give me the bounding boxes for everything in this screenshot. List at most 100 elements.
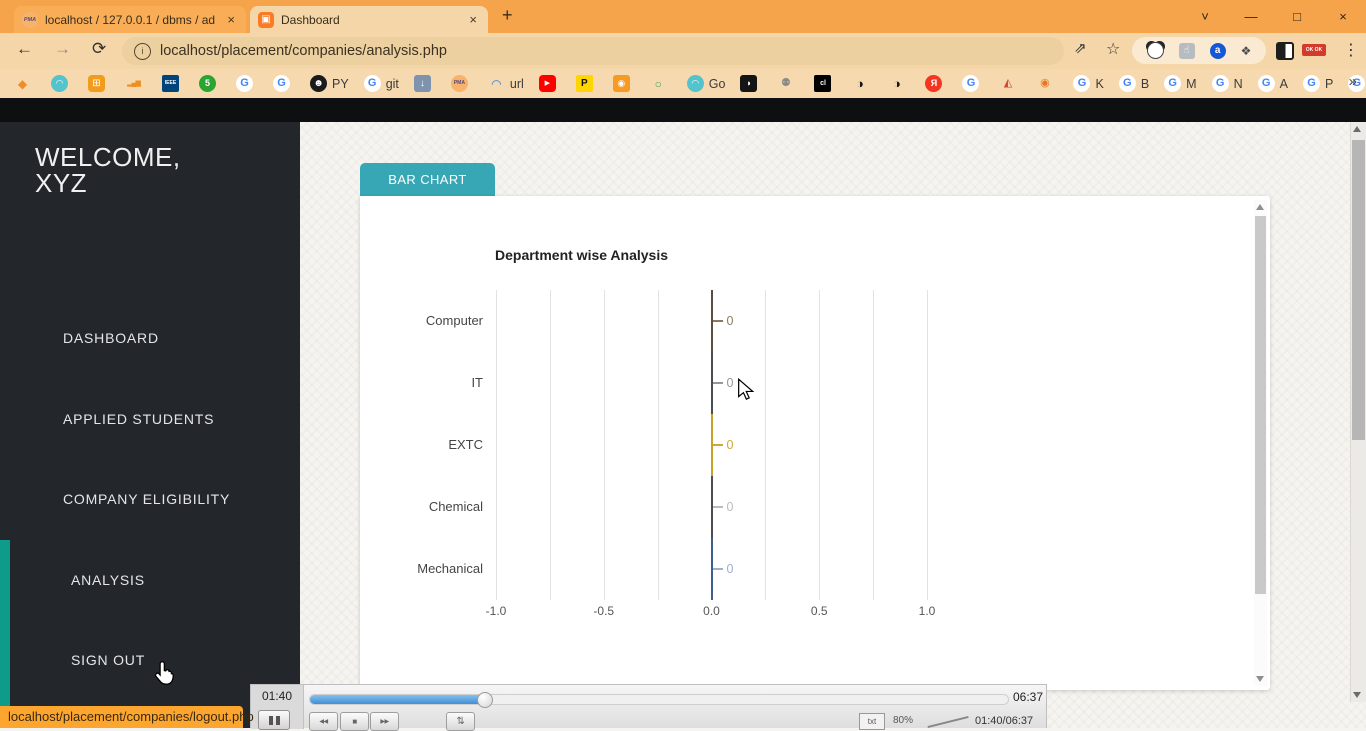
bookmark-item[interactable]: cl: [814, 75, 836, 92]
sidebar-item[interactable]: DASHBOARD: [0, 298, 300, 379]
bookmark-favicon: G: [1164, 75, 1182, 92]
site-info-icon[interactable]: i: [134, 42, 151, 60]
sidebar-item[interactable]: ANALYSIS: [0, 540, 300, 621]
address-bar[interactable]: i localhost/placement/companies/analysis…: [122, 37, 1064, 65]
bookmark-item[interactable]: ⊞: [88, 75, 110, 92]
tab-close-icon[interactable]: ×: [466, 12, 480, 27]
bookmark-item[interactable]: 5: [199, 75, 221, 92]
chart-gridline: [873, 290, 875, 600]
share-icon[interactable]: ⇗: [1074, 39, 1087, 57]
bookmark-item[interactable]: ◠: [51, 75, 73, 92]
bookmark-item[interactable]: ◆: [14, 75, 36, 92]
seek-thumb[interactable]: [476, 692, 493, 708]
chart-gridline: [496, 290, 497, 600]
touch-extension-icon[interactable]: ☝: [1178, 42, 1195, 59]
scroll-up-icon[interactable]: [1353, 126, 1361, 132]
sidebar-item[interactable]: APPLIED STUDENTS: [0, 379, 300, 460]
bookmark-item[interactable]: ◗: [740, 75, 762, 92]
red-badge-extension-icon[interactable]: OK OK: [1302, 44, 1326, 56]
bookmark-item[interactable]: G N: [1211, 75, 1243, 92]
window-maximize-button[interactable]: □: [1274, 0, 1320, 33]
bookmark-item[interactable]: ⚉: [777, 75, 799, 92]
tab-dashboard[interactable]: ▣ Dashboard ×: [250, 6, 488, 33]
tab-bar-chart[interactable]: BAR CHART: [360, 163, 495, 196]
alphabet-extension-icon[interactable]: a: [1209, 42, 1226, 59]
bookmark-item[interactable]: ◠ url: [488, 75, 524, 92]
browser-menu-icon[interactable]: ⋮: [1343, 40, 1359, 60]
chart-card: Department wise Analysis Computer 0 IT 0 EXT…: [360, 196, 1270, 690]
seek-bar[interactable]: [309, 692, 1009, 708]
next-button[interactable]: ▶▶: [370, 712, 399, 731]
forward-button[interactable]: →: [54, 39, 71, 59]
bookmark-item[interactable]: G P: [1302, 75, 1333, 92]
bookmark-item[interactable]: ◭: [999, 75, 1021, 92]
browser-tab-strip: PMA localhost / 127.0.0.1 / dbms / ad × …: [0, 0, 1366, 33]
pause-button[interactable]: [258, 710, 290, 730]
tab-close-icon[interactable]: ×: [224, 12, 238, 27]
bookmark-item[interactable]: PMA: [450, 75, 473, 92]
bookmark-item[interactable]: G: [236, 75, 258, 92]
previous-button[interactable]: ◀◀: [309, 712, 338, 731]
tab-title: Dashboard: [281, 12, 340, 27]
page-scrollbar-thumb[interactable]: [1352, 140, 1365, 440]
active-item-accent-bar: [0, 540, 10, 728]
bookmark-item[interactable]: ▶: [538, 75, 561, 92]
card-scrollbar[interactable]: [1254, 200, 1267, 686]
bookmark-item[interactable]: G: [962, 75, 984, 92]
bookmark-item[interactable]: ↓: [413, 75, 436, 92]
browser-menu-chevron-icon[interactable]: ˅: [1182, 0, 1228, 33]
back-button[interactable]: ←: [16, 39, 33, 59]
txt-button[interactable]: txt: [859, 713, 885, 730]
welcome-line2: XYZ: [35, 168, 88, 198]
chart-category-label: Chemical: [428, 499, 483, 514]
sidebar-item[interactable]: COMPANY ELIGIBILITY: [0, 459, 300, 540]
new-tab-button[interactable]: +: [502, 5, 513, 26]
bookmark-item[interactable]: ◉: [612, 75, 635, 92]
sidebar-nav: DASHBOARD APPLIED STUDENTS COMPANY ELIGIBI…: [0, 298, 300, 701]
bookmark-item[interactable]: ◉: [1036, 75, 1058, 92]
swap-button[interactable]: ⇅: [446, 712, 475, 731]
bookmark-item[interactable]: ◑: [851, 75, 873, 92]
bookmark-star-icon[interactable]: ☆: [1106, 39, 1120, 59]
bookmark-favicon: Я: [925, 75, 943, 92]
bookmarks-overflow-chevron[interactable]: »: [1349, 73, 1357, 90]
scroll-down-icon[interactable]: [1353, 692, 1361, 698]
window-close-button[interactable]: ×: [1320, 0, 1366, 33]
bookmark-item[interactable]: ◠ Go: [686, 75, 725, 92]
bookmark-item[interactable]: ☻ PY: [310, 75, 349, 92]
window-minimize-button[interactable]: —: [1228, 0, 1274, 33]
reload-button[interactable]: ⟳: [92, 39, 106, 59]
bookmark-favicon: ◭: [1003, 77, 1013, 89]
side-panel-icon[interactable]: [1276, 42, 1294, 60]
zoom-level-label: 80%: [893, 715, 914, 726]
bookmark-item[interactable]: G B: [1118, 75, 1149, 92]
bookmark-favicon: ◉: [612, 75, 630, 92]
bookmark-item[interactable]: ○: [650, 75, 672, 92]
page-scrollbar[interactable]: [1350, 122, 1366, 702]
seek-fill: [310, 695, 485, 704]
bookmark-favicon: G: [962, 75, 980, 92]
chart-gridline: [765, 290, 767, 600]
chart-gridline: [603, 290, 605, 600]
extensions-puzzle-icon[interactable]: ❖: [1241, 44, 1252, 58]
bookmark-item[interactable]: IEEE: [162, 75, 184, 92]
bookmark-item[interactable]: P: [575, 75, 598, 92]
bookmark-item[interactable]: G A: [1257, 75, 1288, 92]
scroll-down-icon[interactable]: [1256, 676, 1264, 682]
chart-zero-tick: [712, 506, 723, 508]
bookmark-favicon: G: [236, 75, 253, 92]
panda-extension-icon[interactable]: [1146, 42, 1164, 59]
pen-tool-icon[interactable]: [927, 711, 969, 728]
bookmark-item[interactable]: G K: [1073, 75, 1104, 92]
stop-button[interactable]: ■: [340, 712, 369, 731]
tab-phpmyadmin[interactable]: PMA localhost / 127.0.0.1 / dbms / ad ×: [14, 6, 246, 33]
bookmark-item[interactable]: ◑: [888, 75, 910, 92]
bookmark-item[interactable]: G M: [1164, 75, 1197, 92]
bookmark-item[interactable]: ▂▄▆: [125, 75, 147, 92]
chart-gridline: [927, 290, 928, 600]
bookmark-item[interactable]: Я: [925, 75, 947, 92]
bookmark-item[interactable]: G: [273, 75, 295, 92]
bookmark-item[interactable]: G git: [363, 75, 399, 92]
card-scrollbar-thumb[interactable]: [1255, 216, 1266, 594]
scroll-up-icon[interactable]: [1256, 204, 1264, 210]
